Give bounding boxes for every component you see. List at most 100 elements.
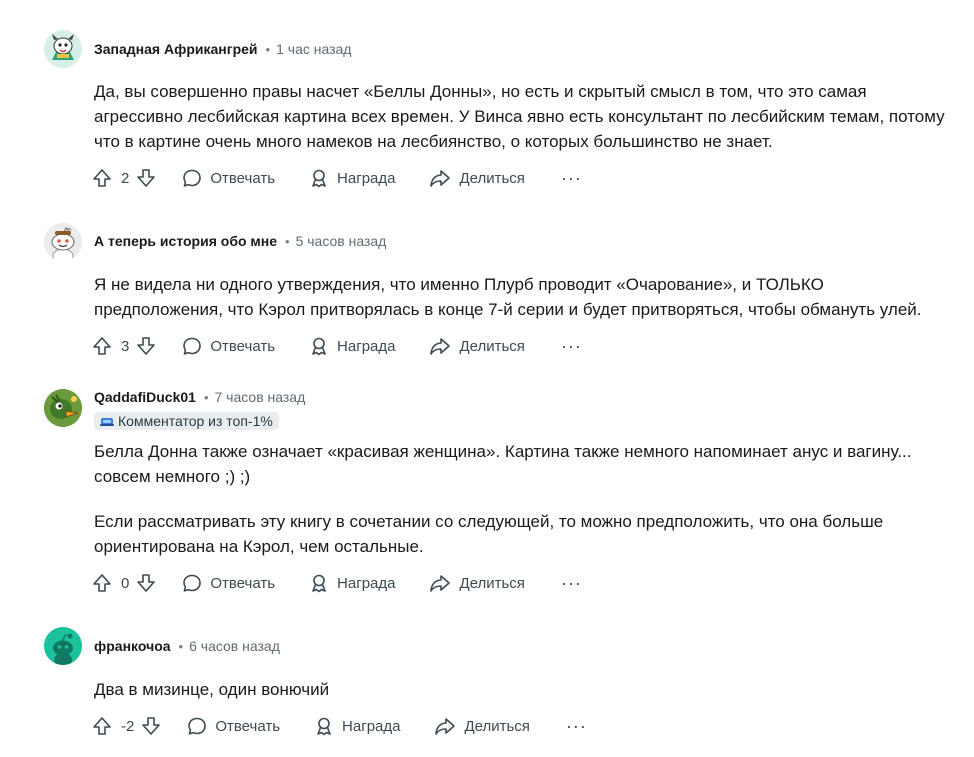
award-icon: [312, 574, 326, 593]
timestamp[interactable]: 6 часов назад: [189, 638, 280, 654]
comment-paragraph: Я не видела ни одного утверждения, что и…: [94, 275, 922, 319]
comment-paragraph: Два в мизинце, один вонючий: [94, 680, 330, 699]
reply-button[interactable]: Отвечать: [182, 168, 275, 188]
user-avatar[interactable]: [44, 389, 82, 427]
meta-separator: •: [285, 233, 290, 249]
more-options-button[interactable]: ···: [561, 336, 582, 357]
share-button[interactable]: Делиться: [429, 573, 525, 593]
vote-score: 3: [121, 337, 130, 355]
award-label: Награда: [337, 574, 396, 592]
award-button[interactable]: Награда: [309, 336, 395, 356]
comment-meta: А теперь история обо мне • 5 часов назад: [94, 233, 386, 249]
comment-bubble-icon: [188, 717, 207, 735]
comment-paragraph: Белла Донна также означает «красивая жен…: [94, 442, 912, 486]
share-button[interactable]: Делиться: [429, 336, 525, 356]
reply-label: Отвечать: [210, 574, 276, 592]
award-button[interactable]: Награда: [314, 716, 400, 736]
share-label: Делиться: [459, 169, 525, 187]
upvote-icon: [93, 169, 111, 187]
comment-body: Два в мизинце, один вонючий: [94, 677, 954, 702]
award-icon: [312, 337, 326, 356]
upvote-icon: [93, 574, 111, 592]
downvote-button[interactable]: [141, 716, 161, 736]
share-button[interactable]: Делиться: [434, 716, 530, 736]
author-name[interactable]: А теперь история обо мне: [94, 233, 277, 249]
share-label: Делиться: [459, 337, 525, 355]
upvote-button[interactable]: [92, 168, 112, 188]
upvote-button[interactable]: [92, 716, 112, 736]
downvote-button[interactable]: [136, 336, 156, 356]
comment-actions: 2 Отвечать Награда Делиться ···: [92, 167, 582, 189]
vote-score: 2: [121, 169, 130, 187]
comment-body: Да, вы совершенно правы насчет «Беллы До…: [94, 79, 954, 154]
downvote-icon: [137, 574, 156, 592]
timestamp[interactable]: 7 часов назад: [215, 389, 306, 405]
comment-meta: Западная Африкангрей • 1 час назад: [94, 41, 351, 57]
award-button[interactable]: Награда: [309, 168, 395, 188]
more-options-button[interactable]: ···: [566, 716, 587, 737]
reply-button[interactable]: Отвечать: [187, 716, 280, 736]
more-options-icon: ···: [560, 335, 582, 356]
author-name[interactable]: Западная Африкангрей: [94, 41, 258, 57]
upvote-button[interactable]: [92, 573, 112, 593]
dog-avatar-icon: [44, 30, 82, 68]
comment-body: Я не видела ни одного утверждения, что и…: [94, 272, 954, 322]
flair-text: Комментатор из топ-1%: [118, 413, 273, 429]
meta-separator: •: [265, 41, 271, 57]
snoo-avatar-icon: [44, 223, 82, 261]
vote-score: -2: [121, 717, 135, 735]
default-snoo-avatar-icon: [44, 627, 82, 665]
share-label: Делиться: [464, 717, 530, 735]
share-icon: [435, 718, 456, 735]
more-options-icon: ···: [560, 167, 582, 188]
user-avatar[interactable]: [44, 627, 82, 665]
comment-paragraph: Если рассматривать эту книгу в сочетании…: [94, 512, 884, 556]
timestamp[interactable]: 1 час назад: [276, 41, 351, 57]
timestamp[interactable]: 5 часов назад: [296, 233, 387, 249]
upvote-button[interactable]: [92, 336, 112, 356]
comment-meta: QaddafiDuck01 • 7 часов назад: [94, 389, 305, 405]
comment-bubble-icon: [183, 337, 202, 355]
more-options-icon: ···: [565, 715, 587, 736]
share-icon: [430, 170, 451, 187]
comment-actions: -2 Отвечать Награда Делиться ···: [92, 715, 587, 737]
upvote-icon: [93, 337, 111, 355]
reply-label: Отвечать: [215, 717, 281, 735]
reply-label: Отвечать: [210, 337, 276, 355]
more-options-button[interactable]: ···: [561, 168, 582, 189]
author-name[interactable]: франкочоа: [94, 638, 171, 654]
downvote-icon: [137, 337, 156, 355]
comment-paragraph: Да, вы совершенно правы насчет «Беллы До…: [94, 82, 945, 151]
duck-avatar-icon: [44, 389, 82, 427]
comment-actions: 0 Отвечать Награда Делиться ···: [92, 572, 582, 594]
comment-bubble-icon: [183, 574, 202, 592]
share-button[interactable]: Делиться: [429, 168, 525, 188]
share-icon: [430, 575, 451, 592]
meta-separator: •: [178, 638, 184, 654]
downvote-button[interactable]: [136, 168, 156, 188]
more-options-button[interactable]: ···: [561, 573, 582, 594]
user-avatar[interactable]: [44, 30, 82, 68]
vote-score: 0: [121, 574, 130, 592]
downvote-icon: [142, 717, 161, 735]
award-icon: [312, 169, 326, 188]
award-label: Награда: [337, 169, 396, 187]
author-name[interactable]: QaddafiDuck01: [94, 389, 196, 405]
downvote-button[interactable]: [136, 573, 156, 593]
meta-separator: •: [203, 389, 209, 405]
comment-actions: 3 Отвечать Награда Делиться ···: [92, 335, 582, 357]
comment-bubble-icon: [183, 169, 202, 187]
award-button[interactable]: Награда: [309, 573, 395, 593]
more-options-icon: ···: [560, 572, 582, 593]
award-icon: [317, 717, 331, 736]
award-label: Награда: [337, 337, 396, 355]
hat-icon: [100, 418, 114, 426]
reply-button[interactable]: Отвечать: [182, 336, 275, 356]
upvote-icon: [93, 717, 111, 735]
user-avatar[interactable]: [44, 223, 82, 261]
share-label: Делиться: [459, 574, 525, 592]
reply-button[interactable]: Отвечать: [182, 573, 275, 593]
share-icon: [430, 338, 451, 355]
downvote-icon: [137, 169, 156, 187]
award-label: Награда: [342, 717, 401, 735]
